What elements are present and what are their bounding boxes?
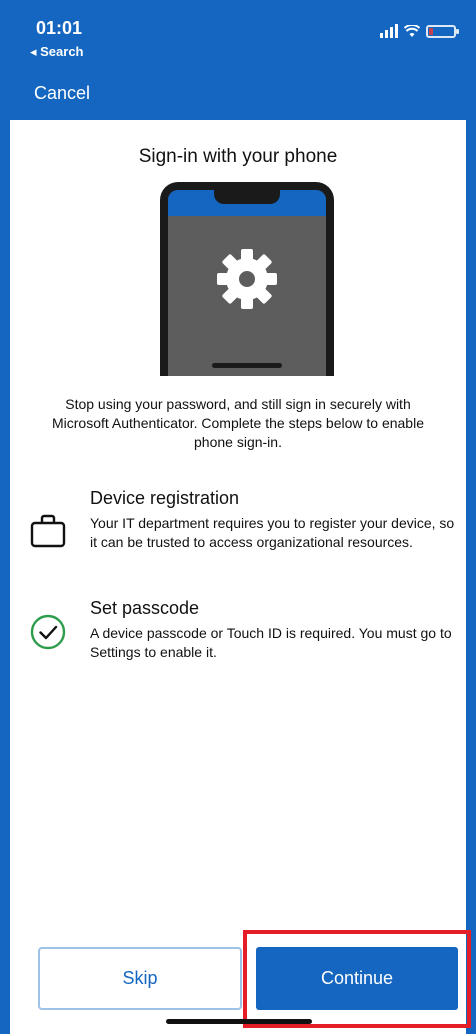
step-set-passcode[interactable]: Set passcode A device passcode or Touch … — [30, 598, 460, 668]
home-indicator — [166, 1019, 312, 1024]
phone-notch — [214, 190, 280, 204]
status-icons — [380, 24, 459, 38]
step-title: Set passcode — [90, 598, 200, 618]
status-time: 01:01 — [36, 18, 83, 38]
battery-icon — [426, 24, 459, 38]
step-description: Your IT department requires you to regis… — [90, 515, 455, 550]
check-circle-icon — [30, 614, 66, 650]
phone-home-bar — [212, 363, 282, 368]
step-description: A device passcode or Touch ID is require… — [90, 625, 452, 660]
cancel-button[interactable]: Cancel — [34, 83, 90, 104]
step-title: Device registration — [90, 488, 240, 508]
skip-button[interactable]: Skip — [38, 947, 242, 1010]
phone-illustration — [160, 182, 334, 376]
briefcase-icon — [30, 514, 66, 548]
back-to-search-link[interactable]: ◂ Search — [30, 44, 84, 60]
step-device-registration[interactable]: Device registration Your IT department r… — [30, 488, 460, 578]
top-bar: 01:01 ◂ Search Cancel — [0, 0, 476, 120]
gear-icon — [217, 249, 277, 309]
description-text: Stop using your password, and still sign… — [52, 396, 424, 450]
phone-screen — [168, 190, 326, 376]
signal-icon — [380, 24, 398, 38]
page-title: Sign-in with your phone — [138, 146, 338, 167]
highlight-box — [243, 930, 471, 1028]
wifi-icon — [404, 24, 420, 37]
